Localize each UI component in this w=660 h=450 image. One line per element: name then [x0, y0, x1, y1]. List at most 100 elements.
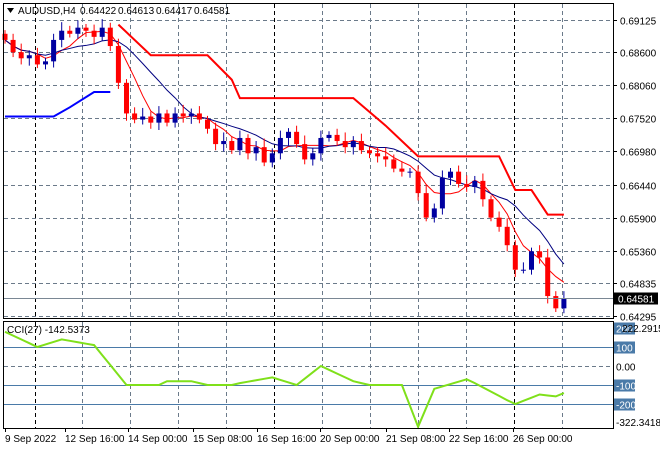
candle-bull	[99, 27, 105, 37]
candle-bull	[26, 55, 32, 59]
candle-bear	[132, 113, 138, 120]
candle-bear	[342, 141, 348, 148]
triangle-down-icon[interactable]	[7, 8, 14, 13]
candle-bear	[480, 180, 486, 200]
candle-bull	[310, 153, 316, 160]
candle-bear	[504, 226, 510, 246]
candle-bear	[496, 217, 502, 227]
candle-bear	[375, 153, 381, 157]
candle-bull	[269, 153, 275, 163]
candle-bull	[75, 27, 81, 34]
price-label: 0.64835	[620, 280, 657, 291]
candle-bear	[383, 156, 389, 160]
candle-bull	[253, 147, 259, 154]
time-label: 14 Sep 00:00	[128, 434, 188, 445]
candle-bull	[156, 113, 162, 123]
candle-bull	[59, 30, 65, 40]
time-label: 20 Sep 00:00	[320, 434, 380, 445]
candle-bull	[407, 171, 413, 173]
ohlc-open: 0.64422	[80, 6, 117, 17]
ohlc-high: 0.64613	[118, 6, 155, 17]
candle-bull	[318, 137, 324, 154]
ohlc-low: 0.64417	[156, 6, 193, 17]
candle-bull	[529, 251, 534, 270]
candle-bear	[415, 171, 421, 194]
grid	[4, 4, 613, 428]
candle-bull	[237, 137, 243, 151]
candle-bear	[10, 39, 16, 53]
candle-bear	[488, 199, 494, 218]
candle-bear	[334, 134, 340, 142]
candle-bear	[358, 141, 364, 151]
price-label: 0.65360	[620, 248, 657, 259]
candle-bull	[472, 180, 478, 187]
candle-bear	[294, 131, 300, 145]
candle-bear	[229, 141, 235, 151]
cci-panel	[4, 330, 613, 430]
price-label: 0.69125	[620, 17, 657, 28]
cci-level-label: 0.00	[616, 363, 636, 374]
cci-min-label: -322.3418	[616, 418, 660, 429]
time-label: 12 Sep 16:00	[65, 434, 125, 445]
cci-level-label: 100	[616, 344, 633, 355]
trailing-stop-red-line	[117, 23, 564, 216]
chart-canvas[interactable]: 0.69125 0.68600 0.68060 0.67520 0.66980 0.664…	[0, 0, 660, 450]
candle-bull	[561, 298, 567, 309]
candle-bear	[553, 296, 559, 309]
candle-bull	[172, 113, 178, 123]
candle-bull	[140, 116, 146, 120]
candle-bear	[261, 147, 267, 163]
candle-bear	[367, 150, 372, 154]
symbol-label: AUDUSD,H4	[18, 6, 76, 17]
indicators	[4, 23, 565, 283]
candle-bull	[51, 39, 57, 62]
candle-bear	[537, 251, 543, 258]
candle-bull	[431, 208, 437, 218]
candle-bear	[391, 159, 397, 169]
candles	[2, 19, 567, 314]
time-label: 22 Sep 16:00	[449, 434, 509, 445]
candle-bear	[302, 144, 308, 160]
candle-bull	[326, 134, 332, 138]
candle-bull	[286, 131, 291, 138]
price-label: 0.68600	[620, 49, 657, 60]
candle-bear	[205, 119, 210, 129]
candle-bull	[277, 137, 283, 154]
candle-bull	[350, 141, 356, 148]
axes: 0.69125 0.68600 0.68060 0.67520 0.66980 0.664…	[4, 17, 660, 445]
candle-bull	[439, 177, 445, 209]
cci-max-label: 222.2915	[622, 324, 660, 335]
time-label: 16 Sep 16:00	[257, 434, 317, 445]
price-label: 0.66440	[620, 182, 657, 193]
candle-bear	[399, 168, 405, 172]
candle-bear	[34, 55, 40, 65]
price-label: 0.65900	[620, 215, 657, 226]
time-label: 9 Sep 2022	[5, 434, 57, 445]
candle-bear	[83, 27, 89, 31]
candle-bear	[213, 128, 219, 145]
cci-level-label: -100	[616, 382, 636, 393]
candle-bull	[43, 61, 48, 65]
candle-bear	[423, 193, 429, 218]
cci-line	[4, 330, 565, 430]
price-label: 0.68060	[620, 82, 657, 93]
candle-bear	[148, 116, 154, 123]
price-label: 0.66980	[620, 148, 657, 159]
time-label: 15 Sep 08:00	[193, 434, 253, 445]
price-label: 0.67520	[620, 115, 657, 126]
candle-bear	[245, 137, 251, 154]
candle-bear	[456, 171, 462, 184]
time-label: 21 Sep 08:00	[386, 434, 446, 445]
candle-bull	[520, 269, 526, 271]
current-price-label: 0.64581	[618, 295, 655, 306]
candle-bear	[107, 27, 113, 47]
price-label: 0.64295	[620, 313, 657, 324]
candle-bear	[464, 183, 470, 187]
main-pane-frame	[3, 3, 614, 319]
candle-bear	[545, 257, 551, 297]
cci-level-label: -200	[616, 401, 636, 412]
candle-bull	[448, 171, 453, 178]
candle-bear	[196, 113, 202, 120]
candle-bull	[221, 141, 227, 145]
ohlc-close: 0.64581	[194, 6, 231, 17]
